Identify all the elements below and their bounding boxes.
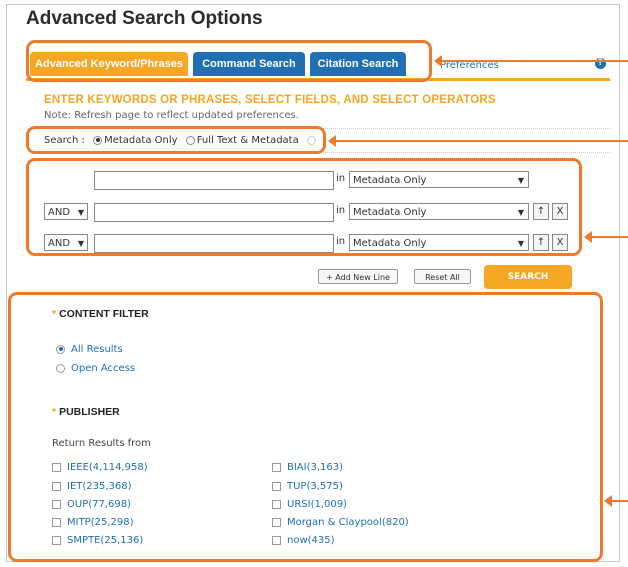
arrow-icon (584, 231, 628, 243)
reset-all-button[interactable]: Reset All (414, 269, 471, 284)
highlight-box-scope (26, 126, 326, 154)
highlight-box-tabs (26, 40, 432, 82)
search-button[interactable]: SEARCH (484, 265, 572, 289)
arrow-icon (604, 495, 628, 507)
arrow-icon (328, 135, 628, 147)
highlight-box-filters (8, 292, 603, 562)
highlight-box-query-rows (26, 158, 582, 256)
arrow-icon (434, 55, 628, 67)
instructions-heading: ENTER KEYWORDS OR PHRASES, SELECT FIELDS… (44, 94, 496, 106)
add-new-line-button[interactable]: + Add New Line (318, 269, 398, 284)
add-icon: + (326, 273, 336, 282)
refresh-note: Note: Refresh page to reflect updated pr… (44, 110, 299, 121)
page-title: Advanced Search Options (26, 8, 263, 29)
